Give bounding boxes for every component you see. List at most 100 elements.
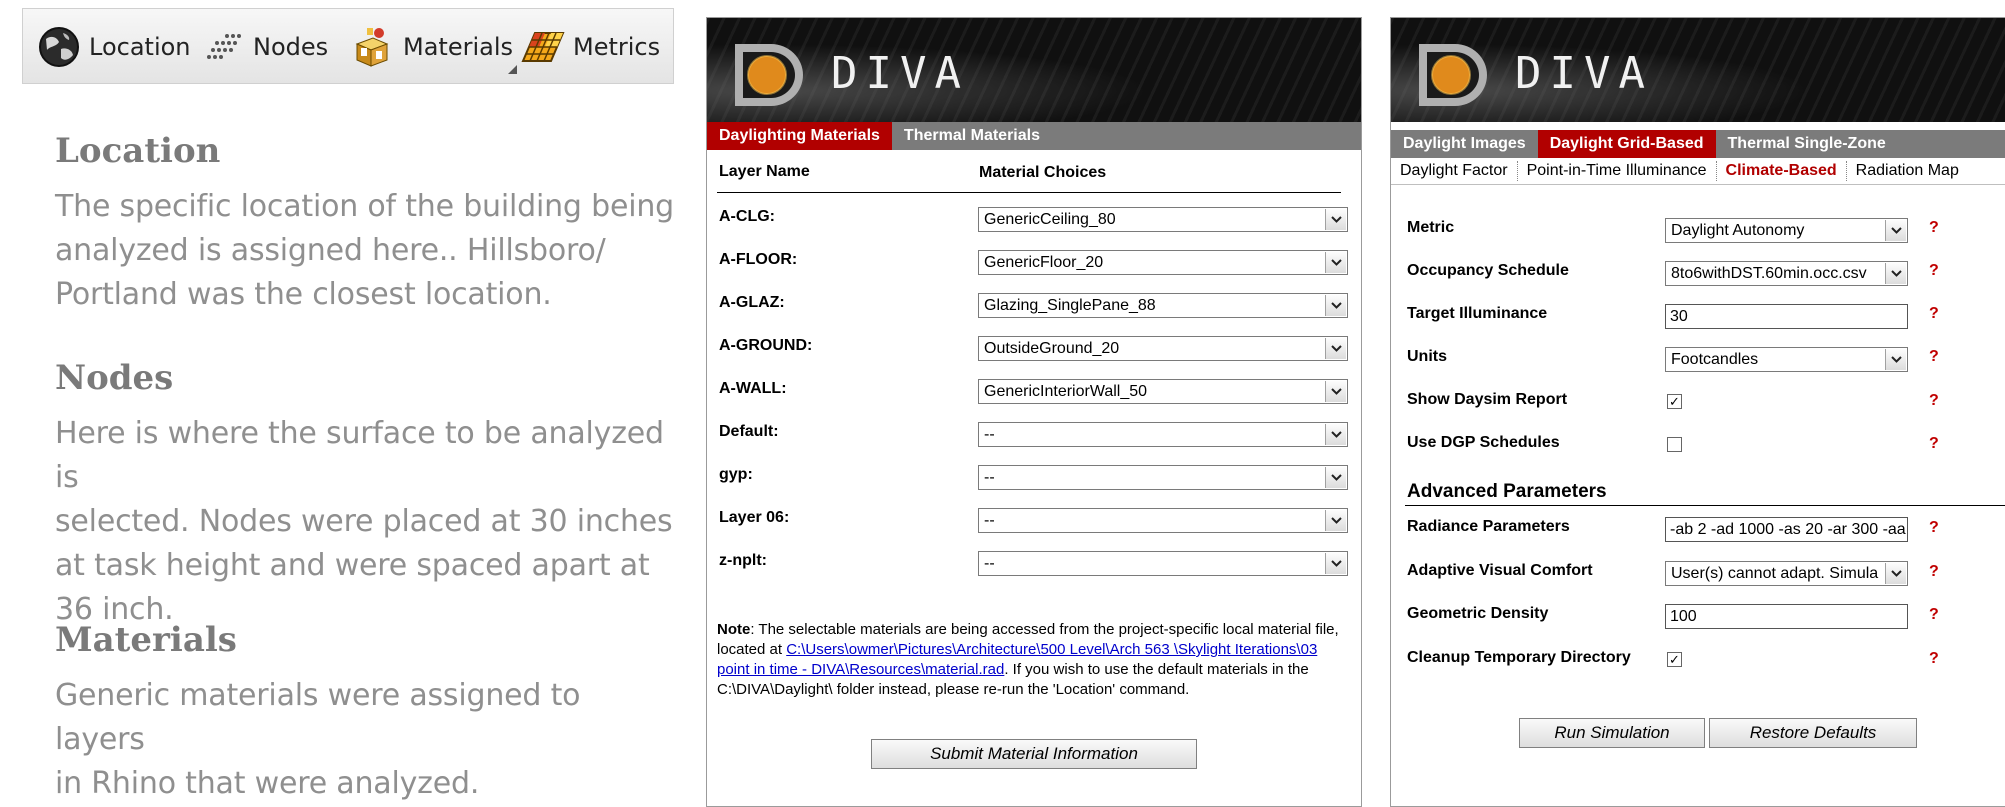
material-value: --	[984, 426, 995, 443]
chevron-down-icon	[1325, 209, 1346, 230]
material-choices-header: Material Choices	[979, 164, 1107, 181]
adaptive-comfort-value: User(s) cannot adapt. Simula	[1671, 565, 1879, 582]
toolbar-location-label: Location	[89, 33, 191, 61]
materials-section: Materials Generic materials were assigne…	[55, 620, 675, 806]
material-dropdown[interactable]: OutsideGround_20	[978, 336, 1348, 361]
radiance-parameters-input[interactable]: -ab 2 -ad 1000 -as 20 -ar 300 -aa	[1665, 517, 1908, 542]
globe-icon	[37, 25, 81, 69]
material-dropdown[interactable]: GenericCeiling_80	[978, 207, 1348, 232]
location-text-line: analyzed is assigned here.. Hillsboro/	[55, 233, 606, 268]
tab-daylighting-materials[interactable]: Daylighting Materials	[707, 122, 892, 150]
chevron-down-icon	[1325, 252, 1346, 273]
rhino-diva-toolbar: Location Nodes Materials Metrics	[22, 8, 674, 84]
help-icon[interactable]: ?	[1929, 563, 1939, 581]
nodes-heading: Nodes	[55, 358, 174, 398]
tab-thermal-single-zone[interactable]: Thermal Single-Zone	[1716, 130, 1898, 158]
metric-dropdown[interactable]: Daylight Autonomy	[1665, 218, 1908, 243]
location-text-line: The specific location of the building be…	[55, 189, 674, 224]
toolbar-location-button[interactable]: Location	[37, 9, 191, 85]
target-illuminance-label: Target Illuminance	[1407, 305, 1548, 322]
materials-text-line: Generic materials were assigned to layer…	[55, 678, 581, 757]
restore-defaults-button[interactable]: Restore Defaults	[1709, 718, 1917, 748]
geometric-density-input[interactable]: 100	[1665, 604, 1908, 629]
diva-materials-window: DIVA Daylighting Materials Thermal Mater…	[706, 17, 1362, 807]
adaptive-comfort-dropdown[interactable]: User(s) cannot adapt. Simula	[1665, 561, 1908, 586]
diva-logo-icon	[731, 40, 811, 115]
help-icon[interactable]: ?	[1929, 348, 1939, 366]
chevron-down-icon	[1885, 349, 1906, 370]
material-dropdown[interactable]: --	[978, 465, 1348, 490]
daysim-report-label: Show Daysim Report	[1407, 391, 1568, 408]
material-dropdown[interactable]: --	[978, 422, 1348, 447]
diva-title: DIVA	[831, 48, 969, 99]
cleanup-temp-checkbox[interactable]: ✓	[1667, 652, 1682, 667]
subtab-point-in-time[interactable]: Point-in-Time Illuminance	[1518, 161, 1717, 181]
help-icon[interactable]: ?	[1929, 219, 1939, 237]
submit-material-button[interactable]: Submit Material Information	[871, 739, 1197, 769]
material-dropdown[interactable]: GenericFloor_20	[978, 250, 1348, 275]
chevron-down-icon	[1885, 563, 1906, 584]
material-value: GenericInteriorWall_50	[984, 383, 1148, 400]
layer-label: A-GLAZ:	[719, 294, 785, 311]
materials-box-icon	[349, 24, 395, 70]
geometric-density-label: Geometric Density	[1407, 605, 1549, 622]
metric-label: Metric	[1407, 219, 1455, 236]
help-icon[interactable]: ?	[1929, 650, 1939, 668]
chevron-down-icon	[1325, 467, 1346, 488]
location-section: Location The specific location of the bu…	[55, 131, 675, 317]
metrics-subtab-bar: Daylight Factor Point-in-Time Illuminanc…	[1391, 158, 2005, 185]
toolbar-nodes-button[interactable]: Nodes	[201, 9, 328, 85]
units-value: Footcandles	[1671, 351, 1759, 368]
toolbar-materials-label: Materials	[403, 33, 514, 61]
chevron-down-icon	[1885, 263, 1906, 284]
material-value: --	[984, 469, 995, 486]
chevron-down-icon	[1325, 510, 1346, 531]
nodes-text-line: Here is where the surface to be analyzed…	[55, 416, 664, 495]
toolbar-metrics-button[interactable]: Metrics	[519, 9, 660, 85]
dgp-schedules-checkbox[interactable]	[1667, 437, 1682, 452]
diva-metrics-window: DIVA Daylight Images Daylight Grid-Based…	[1390, 17, 2005, 807]
materials-note: Note: The selectable materials are being…	[717, 620, 1339, 700]
chevron-down-icon	[1325, 553, 1346, 574]
material-dropdown[interactable]: --	[978, 551, 1348, 576]
help-icon[interactable]: ?	[1929, 262, 1939, 280]
material-dropdown[interactable]: --	[978, 508, 1348, 533]
material-value: --	[984, 512, 995, 529]
subtab-radiation-map[interactable]: Radiation Map	[1847, 161, 1968, 181]
note-label: Note	[717, 621, 751, 638]
location-text-line: Portland was the closest location.	[55, 277, 552, 312]
help-icon[interactable]: ?	[1929, 392, 1939, 410]
layer-label: A-GROUND:	[719, 337, 813, 354]
toolbar-materials-button[interactable]: Materials	[349, 9, 513, 85]
metric-value: Daylight Autonomy	[1671, 222, 1805, 239]
materials-heading: Materials	[55, 620, 237, 660]
chevron-down-icon	[1325, 338, 1346, 359]
help-icon[interactable]: ?	[1929, 606, 1939, 624]
nodes-section: Nodes Here is where the surface to be an…	[55, 358, 675, 632]
help-icon[interactable]: ?	[1929, 435, 1939, 453]
help-icon[interactable]: ?	[1929, 519, 1939, 537]
material-value: GenericFloor_20	[984, 254, 1104, 271]
tab-daylight-images[interactable]: Daylight Images	[1391, 130, 1538, 158]
help-icon[interactable]: ?	[1929, 305, 1939, 323]
tab-daylight-grid-based[interactable]: Daylight Grid-Based	[1537, 130, 1716, 158]
layer-label: gyp:	[719, 466, 753, 483]
materials-text-line: in Rhino that were analyzed.	[55, 766, 480, 801]
flyout-corner-arrow-icon	[499, 65, 517, 74]
daysim-report-checkbox[interactable]: ✓	[1667, 394, 1682, 409]
units-label: Units	[1407, 348, 1447, 365]
layer-label: A-FLOOR:	[719, 251, 798, 268]
location-heading: Location	[55, 131, 221, 171]
units-dropdown[interactable]: Footcandles	[1665, 347, 1908, 372]
material-value: Glazing_SinglePane_88	[984, 297, 1156, 314]
chevron-down-icon	[1325, 295, 1346, 316]
subtab-daylight-factor[interactable]: Daylight Factor	[1391, 161, 1518, 181]
checkmark-icon: ✓	[1669, 652, 1680, 667]
material-dropdown[interactable]: GenericInteriorWall_50	[978, 379, 1348, 404]
run-simulation-button[interactable]: Run Simulation	[1519, 718, 1705, 748]
subtab-climate-based[interactable]: Climate-Based	[1717, 161, 1847, 181]
occupancy-dropdown[interactable]: 8to6withDST.60min.occ.csv	[1665, 261, 1908, 286]
tab-thermal-materials[interactable]: Thermal Materials	[892, 122, 1052, 150]
target-illuminance-input[interactable]: 30	[1665, 304, 1908, 329]
material-dropdown[interactable]: Glazing_SinglePane_88	[978, 293, 1348, 318]
